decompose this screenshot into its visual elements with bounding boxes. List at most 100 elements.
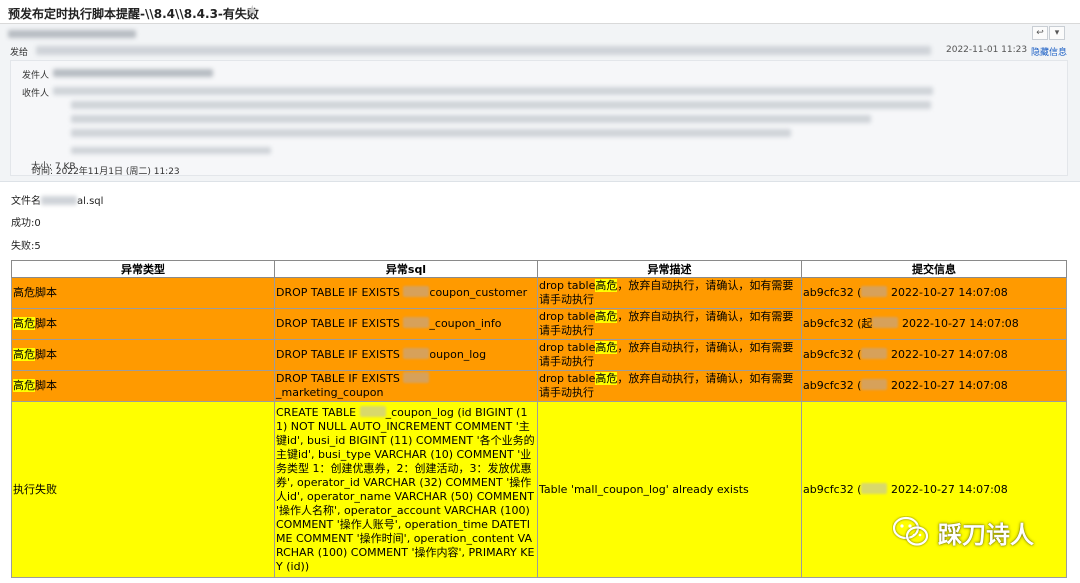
watermark: 踩刀诗人 (892, 512, 1034, 552)
type-highlight: 高危 (13, 317, 35, 330)
table-row: 高危脚本 DROP TABLE IF EXISTS _coupon_info d… (11, 308, 1067, 340)
sql-text: CREATE TABLE (276, 405, 360, 419)
sql-text: oupon_log (429, 348, 487, 361)
cell-commit: ab9cfc32 ( 2022-10-27 14:07:08 (801, 277, 1067, 309)
table-row: 高危脚本 DROP TABLE IF EXISTS _marketing_cou… (11, 370, 1067, 402)
redacted-recipient-list (36, 46, 931, 55)
type-text: 脚本 (35, 286, 57, 299)
cell-commit: ab9cfc32 ( 2022-10-27 14:07:08 (801, 370, 1067, 402)
hide-info-link[interactable]: 隐藏信息 (1031, 45, 1067, 58)
email-title-bar: 预发布定时执行脚本提醒-\\8.4\\8.4.3-有失败 ★ (0, 0, 1080, 24)
cell-sql: DROP TABLE IF EXISTS _marketing_coupon (274, 370, 538, 402)
col-header-sql: 异常sql (274, 260, 538, 278)
reply-icon[interactable]: ↩ (1032, 26, 1048, 40)
file-name-prefix: 文件名 (11, 196, 41, 207)
type-highlight: 高危 (13, 379, 35, 392)
redacted-to-line-1 (53, 87, 933, 95)
redacted-prefix (403, 317, 430, 328)
file-name-suffix: al.sql (77, 196, 104, 207)
chevron-down-icon[interactable]: ▾ (1049, 26, 1065, 40)
cell-type: 执行失败 (11, 401, 275, 578)
sql-text: _coupon_info (429, 317, 502, 330)
cell-desc: drop table高危，放弃自动执行，请确认，如有需要请手动执行 (537, 339, 802, 371)
table-row: 高危脚本 DROP TABLE IF EXISTS coupon_custome… (11, 277, 1067, 309)
desc-text: drop table (539, 372, 596, 385)
commit-time: 2022-10-27 14:07:08 (887, 348, 1008, 361)
commit-hash: ab9cfc32 (起 (803, 317, 873, 330)
commit-time: 2022-10-27 14:07:08 (898, 317, 1019, 330)
email-subject: 预发布定时执行脚本提醒-\\8.4\\8.4.3-有失败 (8, 7, 259, 21)
file-name-line: 文件名 al.sql (11, 192, 103, 207)
sql-text: DROP TABLE IF EXISTS (276, 372, 404, 385)
cell-type: 高危脚本 (11, 370, 275, 402)
col-header-commit: 提交信息 (801, 260, 1067, 278)
redacted-prefix (403, 372, 430, 383)
sql-text: DROP TABLE IF EXISTS (276, 286, 404, 299)
sql-text: coupon_customer (429, 286, 528, 299)
send-time: 2022-11-01 11:23 (946, 45, 1028, 55)
commit-time: 2022-10-27 14:07:08 (887, 482, 1008, 496)
redacted-prefix (403, 286, 430, 297)
cell-commit: ab9cfc32 (起 2022-10-27 14:07:08 (801, 308, 1067, 340)
col-header-type: 异常类型 (11, 260, 275, 278)
wechat-icon (892, 516, 929, 546)
cell-desc: drop table高危，放弃自动执行，请确认，如有需要请手动执行 (537, 308, 802, 340)
watermark-text: 踩刀诗人 (938, 520, 1034, 549)
table-header-row: 异常类型 异常sql 异常描述 提交信息 (11, 260, 1067, 278)
redacted-prefix (403, 348, 430, 359)
redacted-file-name (41, 196, 77, 205)
col-header-desc: 异常描述 (537, 260, 802, 278)
sql-text: DROP TABLE IF EXISTS (276, 317, 404, 330)
size-label: 大小: 7 KB (31, 162, 76, 172)
redacted-author (861, 379, 888, 390)
fail-count: 失败:5 (11, 241, 41, 252)
from-label: 发件人 (22, 71, 50, 81)
cell-desc: drop table高危，放弃自动执行，请确认，如有需要请手动执行 (537, 277, 802, 309)
redacted-prefix (359, 405, 386, 417)
redacted-author (861, 482, 888, 494)
cell-type: 高危脚本 (11, 277, 275, 309)
cell-sql: DROP TABLE IF EXISTS oupon_log (274, 339, 538, 371)
redacted-to-line-2 (71, 101, 931, 109)
redacted-from (53, 69, 213, 77)
commit-hash: ab9cfc32 ( (803, 482, 862, 496)
desc-text: drop table (539, 341, 596, 354)
sql-text: DROP TABLE IF EXISTS (276, 348, 404, 361)
send-to-label: 发给 (10, 48, 29, 58)
commit-time: 2022-10-27 14:07:08 (887, 379, 1008, 392)
sql-text: _marketing_coupon (276, 386, 384, 399)
star-icon[interactable]: ★ (246, 3, 259, 19)
detail-info-box: 发件人 收件人 时间: 2022年11月1日 (周二) 11:23 (10, 60, 1068, 177)
cell-type: 高危脚本 (11, 308, 275, 340)
desc-text: drop table (539, 279, 596, 292)
sql-text: _coupon_log (id BIGINT (11) NOT NULL AUT… (276, 405, 535, 573)
commit-hash: ab9cfc32 ( (803, 348, 862, 361)
desc-highlight: 高危 (595, 341, 618, 354)
cell-sql: CREATE TABLE _coupon_log (id BIGINT (11)… (274, 401, 538, 578)
table-row: 高危脚本 DROP TABLE IF EXISTS oupon_log drop… (11, 339, 1067, 371)
type-highlight: 高危 (13, 348, 35, 361)
cell-type: 高危脚本 (11, 339, 275, 371)
desc-highlight: 高危 (595, 279, 618, 292)
type-text: 脚本 (35, 348, 57, 361)
email-header: ↩ ▾ 发给 2022-11-01 11:23 隐藏信息 发件人 收件人 时间:… (0, 24, 1080, 182)
redacted-author (861, 348, 888, 359)
desc-highlight: 高危 (595, 372, 618, 385)
cell-sql: DROP TABLE IF EXISTS _coupon_info (274, 308, 538, 340)
commit-time: 2022-10-27 14:07:08 (887, 286, 1008, 299)
desc-highlight: 高危 (595, 310, 618, 323)
cell-sql: DROP TABLE IF EXISTS coupon_customer (274, 277, 538, 309)
cell-desc: Table 'mall_coupon_log' already exists (537, 401, 802, 578)
redacted-author (861, 286, 888, 297)
redacted-to-line-5 (71, 147, 271, 154)
desc-text: drop table (539, 310, 596, 323)
cell-commit: ab9cfc32 ( 2022-10-27 14:07:08 (801, 339, 1067, 371)
type-text: 脚本 (35, 317, 57, 330)
redacted-to-line-3 (71, 115, 871, 123)
type-text: 高危 (13, 286, 35, 299)
commit-hash: ab9cfc32 ( (803, 379, 862, 392)
commit-hash: ab9cfc32 ( (803, 286, 862, 299)
success-count: 成功:0 (11, 218, 41, 229)
type-text: 脚本 (35, 379, 57, 392)
to-label: 收件人 (22, 89, 50, 99)
